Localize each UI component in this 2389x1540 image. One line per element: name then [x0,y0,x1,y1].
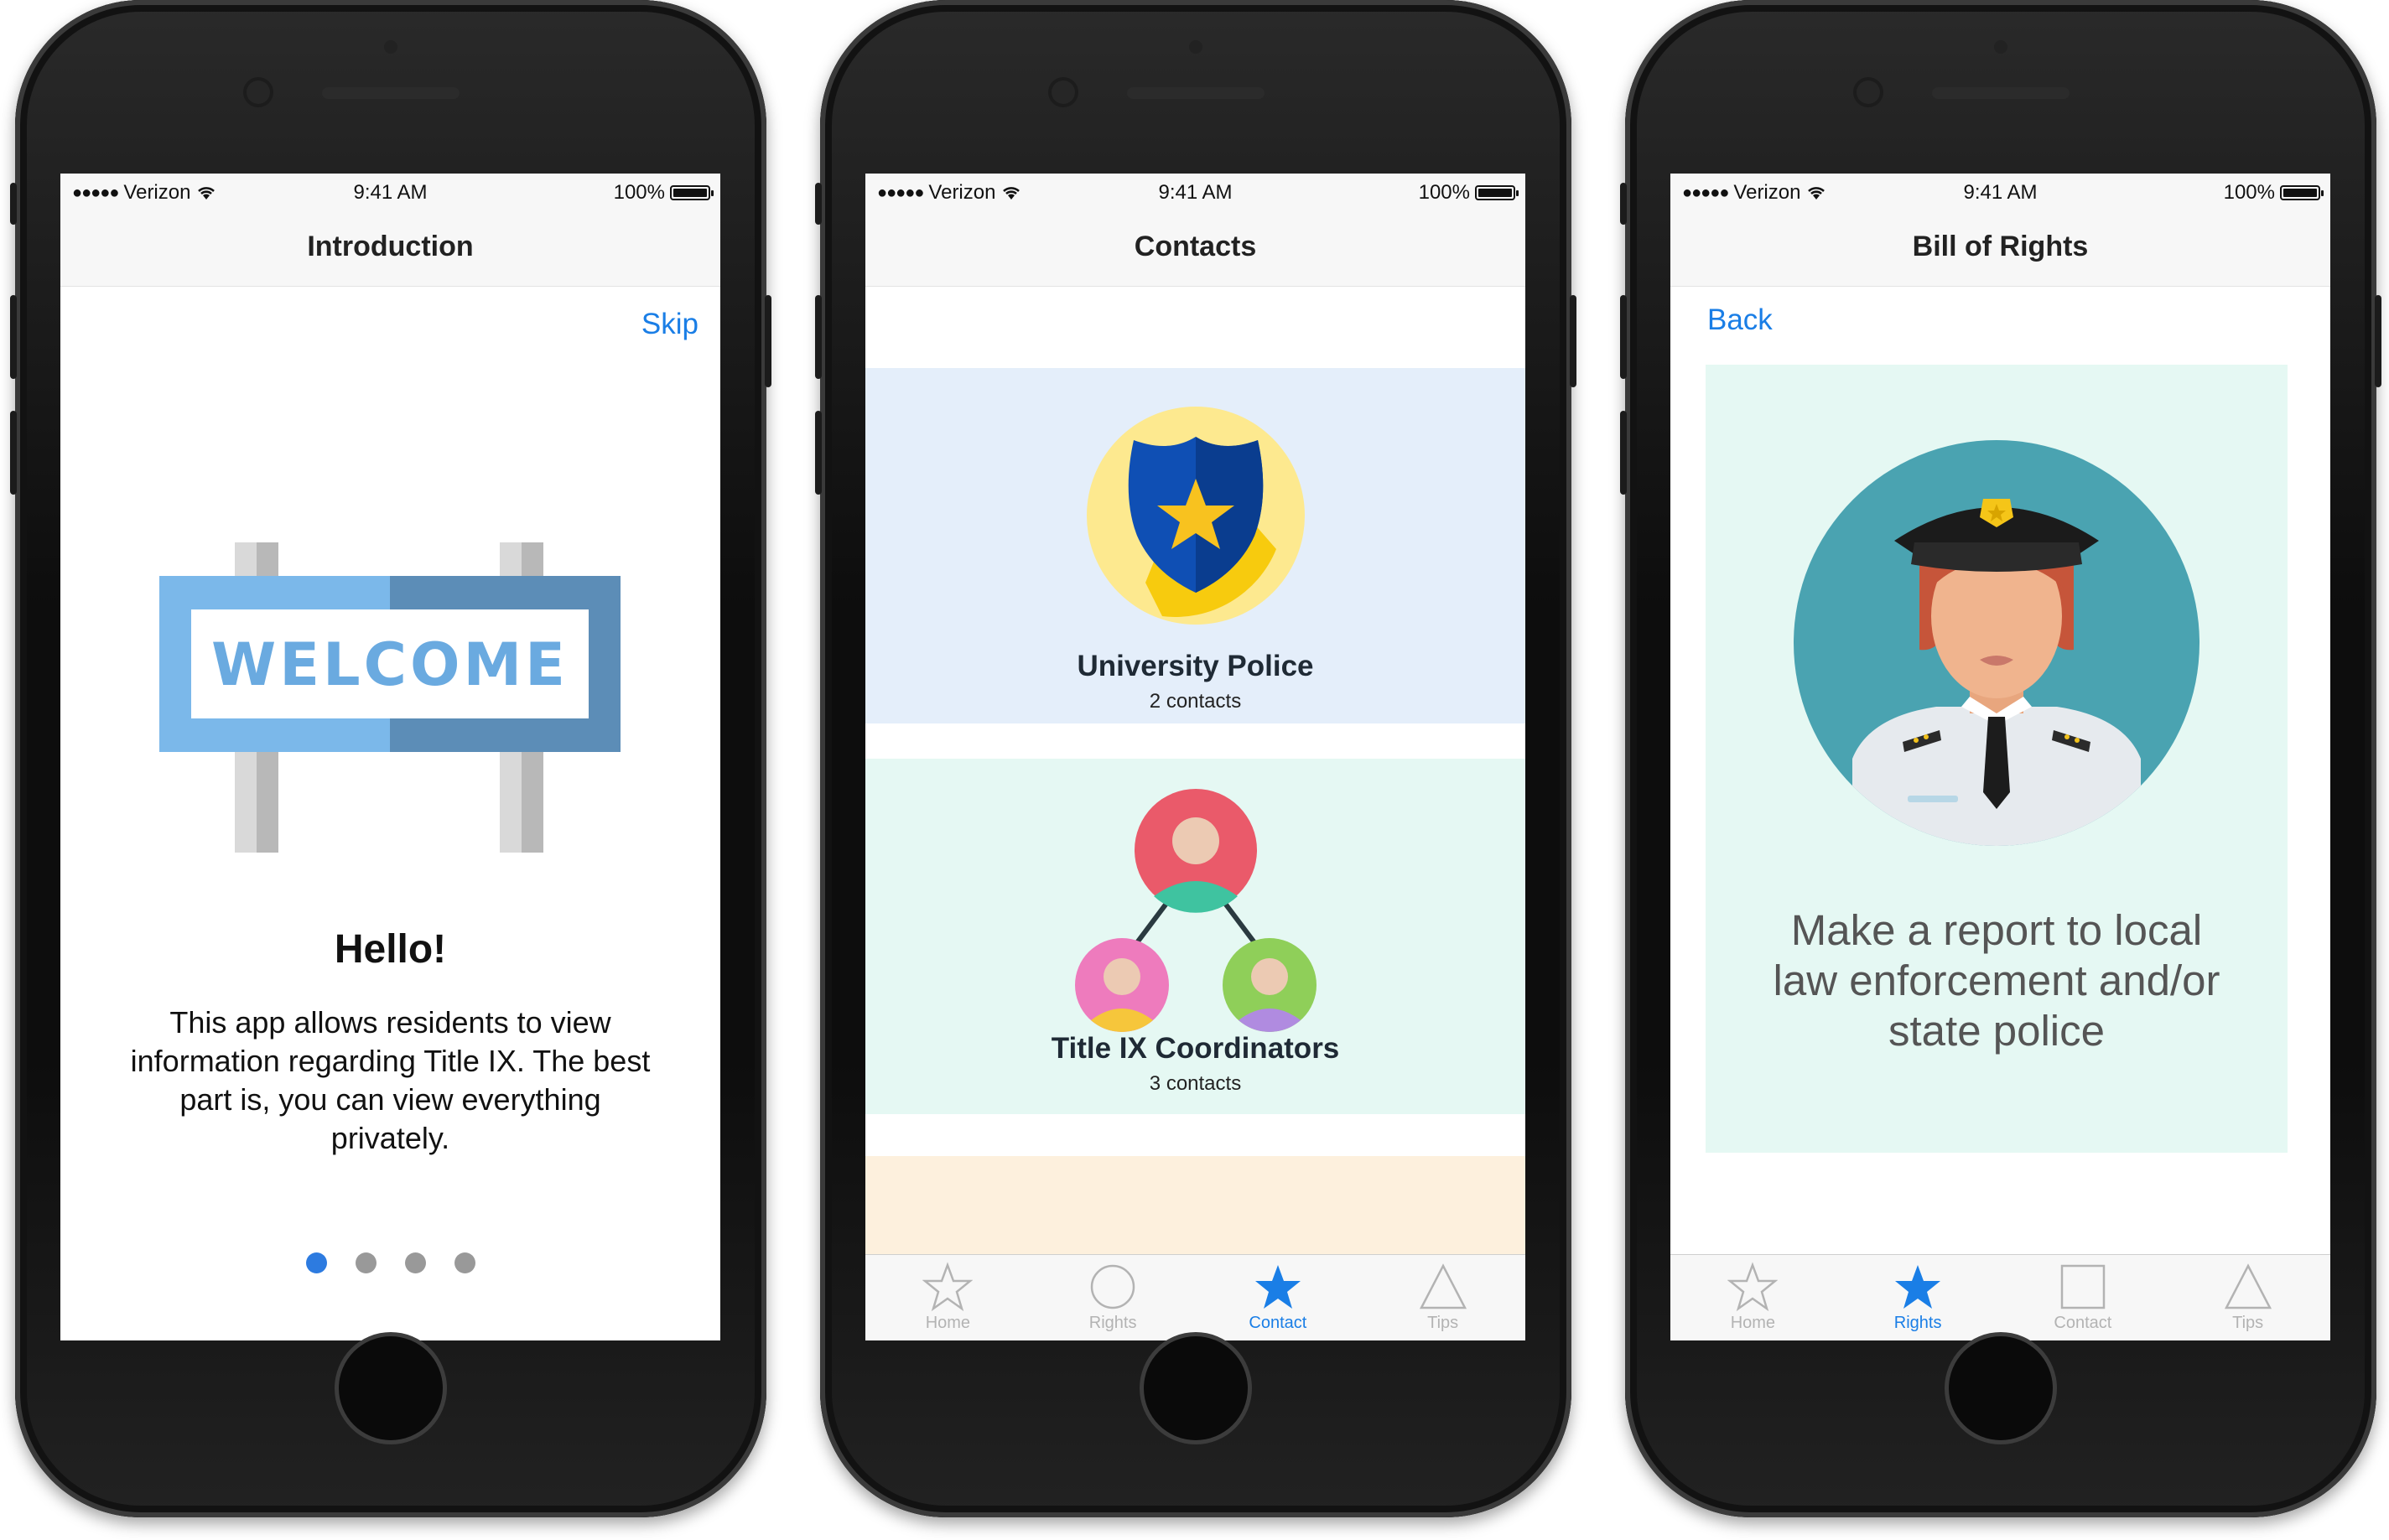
police-badge-icon [1086,407,1305,625]
front-camera [1853,77,1883,107]
battery-percent: 100% [613,181,665,204]
rights-card: Make a report to local law enforcement a… [1706,365,2288,1153]
power-button [2375,295,2381,387]
tab-bar: Home Rights Contact Tips [1670,1254,2330,1340]
tab-label: Tips [1427,1314,1459,1332]
page-dot-3[interactable] [404,1252,426,1273]
volume-up-button [1620,295,1627,379]
status-bar: ●●●●● Verizon 9:41 AM 100% [60,174,720,210]
battery-icon [2280,185,2324,200]
star-filled-icon [1895,1265,1941,1309]
card-title: University Police [1077,650,1314,682]
volume-down-button [10,411,17,495]
card-contacts-count: 2 contacts [1149,690,1242,713]
status-bar: ●●●●● Verizon 9:41 AM 100% [865,174,1525,210]
page-dot-2[interactable] [355,1252,377,1273]
phone-introduction: ●●●●● Verizon 9:41 AM 100% Introduction … [10,0,771,1517]
volume-up-button [10,295,17,379]
tab-home[interactable]: Home [865,1255,1031,1340]
skip-button[interactable]: Skip [641,308,699,341]
battery-icon [670,185,714,200]
tab-label: Home [925,1314,971,1332]
home-button[interactable] [1949,1336,2053,1440]
tab-label: Contact [2054,1314,2112,1332]
battery-percent: 100% [1418,181,1470,204]
battery-group: 100% [613,181,714,205]
intro-body: This app allows residents to view inform… [130,1005,651,1155]
proximity-sensor [1189,40,1202,54]
volume-down-button [815,411,822,495]
tab-tips[interactable]: Tips [2165,1255,2330,1340]
star-filled-icon [1254,1265,1301,1309]
tab-contact[interactable]: Contact [1196,1255,1361,1340]
circle-outline-icon [1090,1264,1135,1309]
power-button [1570,295,1576,387]
battery-group: 100% [2223,181,2324,205]
nav-bar: Contacts [865,210,1525,287]
tab-label: Tips [2232,1314,2264,1332]
mute-switch [815,183,822,225]
contact-card-partial[interactable] [865,1156,1525,1265]
sign-text: WELCOME [211,630,569,699]
contact-card-title-ix[interactable]: Title IX Coordinators 3 contacts [865,759,1525,1114]
contacts-screen: ●●●●● Verizon 9:41 AM 100% Contacts Univ… [865,174,1525,1340]
battery-icon [1475,185,1519,200]
card-contacts-count: 3 contacts [1149,1072,1242,1095]
home-button[interactable] [339,1336,443,1440]
battery-group: 100% [1418,181,1519,205]
triangle-outline-icon [1419,1263,1467,1309]
tab-home[interactable]: Home [1670,1255,1836,1340]
proximity-sensor [384,40,397,54]
bill-of-rights-screen: ●●●●● Verizon 9:41 AM 100% Bill of Right… [1670,174,2330,1340]
triangle-outline-icon [2224,1263,2272,1309]
proximity-sensor [1994,40,2007,54]
page-title: Introduction [307,231,474,262]
introduction-screen: ●●●●● Verizon 9:41 AM 100% Introduction … [60,174,720,1340]
welcome-sign-illustration: WELCOME [159,542,621,853]
tab-contact[interactable]: Contact [2001,1255,2166,1340]
contact-card-university-police[interactable]: University Police 2 contacts [865,368,1525,723]
page-dot-1[interactable] [305,1252,327,1273]
phone-bill-of-rights: ●●●●● Verizon 9:41 AM 100% Bill of Right… [1620,0,2381,1517]
volume-up-button [815,295,822,379]
star-outline-icon [922,1262,974,1312]
battery-percent: 100% [2223,181,2275,204]
page-title: Bill of Rights [1912,231,2089,262]
front-camera [243,77,273,107]
police-officer-illustration [1794,440,2199,846]
square-outline-icon [2060,1264,2106,1309]
tab-label: Home [1730,1314,1776,1332]
hello-heading: Hello! [334,927,447,972]
people-group-icon [1074,789,1317,1032]
volume-down-button [1620,411,1627,495]
page-title: Contacts [1134,231,1257,262]
nav-bar: Bill of Rights [1670,210,2330,287]
tab-tips[interactable]: Tips [1360,1255,1525,1340]
home-button[interactable] [1144,1336,1248,1440]
tab-rights[interactable]: Rights [1031,1255,1196,1340]
star-outline-icon [1727,1262,1779,1312]
status-bar: ●●●●● Verizon 9:41 AM 100% [1670,174,2330,210]
mute-switch [10,183,17,225]
tab-bar: Home Rights Contact Tips [865,1254,1525,1340]
tab-label: Contact [1249,1314,1307,1332]
front-camera [1048,77,1078,107]
tab-label: Rights [1893,1314,1942,1332]
rights-message: Make a report to local law enforcement a… [1773,906,2220,1055]
earpiece-speaker [1932,87,2070,99]
phone-contacts: ●●●●● Verizon 9:41 AM 100% Contacts Univ… [815,0,1576,1517]
tab-label: Rights [1088,1314,1137,1332]
page-dot-4[interactable] [454,1252,475,1273]
earpiece-speaker [322,87,460,99]
back-button[interactable]: Back [1707,303,1773,337]
nav-bar: Introduction [60,210,720,287]
page-indicator[interactable] [60,1252,720,1273]
power-button [765,295,771,387]
earpiece-speaker [1127,87,1265,99]
mute-switch [1620,183,1627,225]
tab-rights[interactable]: Rights [1836,1255,2001,1340]
card-title: Title IX Coordinators [1051,1032,1340,1065]
